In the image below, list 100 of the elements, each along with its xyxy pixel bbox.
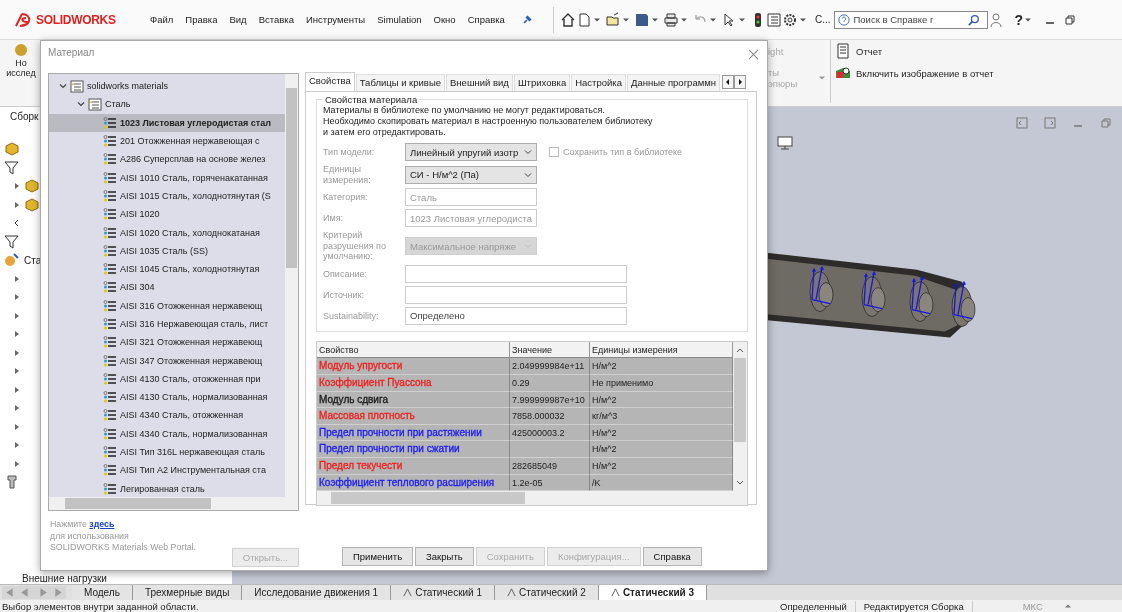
column-header[interactable]: Единицы измерения [590,341,733,359]
material-item[interactable]: A286 Суперсплав на основе желез [49,150,285,169]
expand-icon[interactable] [14,368,20,375]
report-button[interactable]: Отчет [856,45,882,57]
dialog-tab[interactable]: Данные программн [626,74,720,91]
expand-icon[interactable] [14,183,20,190]
horizontal-scrollbar[interactable] [317,491,747,506]
tab-scroll-icon[interactable] [722,75,746,89]
menu-item[interactable]: Вид [229,14,247,25]
vertical-scrollbar[interactable] [285,74,298,497]
material-item[interactable]: AISI 316 Отожженная нержавеющ [49,296,285,315]
material-item[interactable]: AISI Тип 316L нержавеющая сталь [49,442,285,462]
caret-icon[interactable] [593,16,600,23]
dialog-button[interactable]: Справка [642,547,702,566]
material-item[interactable]: AISI 1020 Сталь, холоднокатаная [49,223,285,242]
filter-icon[interactable] [4,233,20,250]
caret-icon[interactable] [680,16,687,23]
expand-icon[interactable] [14,294,20,301]
display-icon[interactable] [777,135,793,151]
caret-icon[interactable] [738,16,745,23]
material-item[interactable]: AISI Тип A2 Инструментальная ста [49,461,285,480]
search-icon[interactable] [968,13,981,26]
scroll-left-icon[interactable] [14,220,20,227]
material-item[interactable]: AISI 1045 Сталь, холоднотянутая [49,259,285,279]
open-icon[interactable] [604,11,621,28]
caret-icon[interactable] [1025,16,1032,23]
new-study-label[interactable]: исслед [6,68,36,78]
camera-icon[interactable] [835,65,851,81]
menu-item[interactable]: Правка [185,14,218,25]
model-tab[interactable]: Статический 1 [391,585,495,600]
portal-link[interactable]: здесь [89,519,115,529]
user-icon[interactable] [988,11,1005,28]
part-icon[interactable] [4,141,20,158]
column-header[interactable]: Значение [510,341,590,359]
material-item[interactable]: AISI 4340 Сталь, нормализованная [49,424,285,443]
menu-item[interactable]: Файл [150,14,174,25]
material-item[interactable]: AISI 1010 Сталь, горяченакатанная [49,168,285,187]
dialog-tab[interactable]: Штриховка [513,74,571,91]
material-item[interactable]: AISI 316 Нержавеющая сталь, лист [49,314,285,334]
scroll-down-icon[interactable] [736,480,744,487]
dialog-tab[interactable]: Настройка [571,74,626,91]
model-tab[interactable]: Статический 3 [598,585,708,600]
material-item[interactable]: AISI 1015 Сталь, холоднотянутая (S [49,186,285,206]
close-icon[interactable] [748,49,759,60]
model-tab[interactable]: Трехмерные виды [132,585,243,600]
more-label[interactable]: С... [814,14,831,25]
help-search-field[interactable]: Поиск в Справке г [834,10,989,29]
expand-icon[interactable] [14,442,20,449]
caret-icon[interactable] [799,16,806,23]
gear-icon[interactable] [781,11,798,28]
report-icon[interactable] [835,43,851,59]
include-image-button[interactable]: Включить изображение в отчет [856,67,994,79]
material-item[interactable]: AISI 4130 Сталь, нормализованная [49,388,285,407]
material-item[interactable]: AISI 1035 Сталь (SS) [49,241,285,260]
input-field[interactable] [405,264,627,283]
menu-item[interactable]: Simulation [377,14,422,25]
material-item[interactable]: AISI 304 [49,278,285,297]
expand-icon[interactable] [14,201,20,208]
input-field[interactable]: Определено [405,306,627,325]
external-loads-item[interactable]: Внешние нагрузки [22,573,107,584]
restore-icon[interactable] [1064,13,1077,26]
material-item[interactable]: AISI 1020 [49,205,285,224]
home-icon[interactable] [559,11,576,28]
search-input[interactable]: Поиск в Справке г [853,14,966,25]
tree-item[interactable]: solidworks materials [49,77,285,96]
column-header[interactable]: Свойство [317,341,510,359]
expand-icon[interactable] [14,460,20,467]
dialog-button[interactable]: Применить [342,547,414,566]
menu-item[interactable]: Вставка [258,14,294,25]
menu-item[interactable]: Окно [433,14,456,25]
material-item[interactable]: AISI 4340 Сталь, отожженная [49,406,285,425]
material-item[interactable]: 201 Отожженная нержавеющая с [49,131,285,151]
material-item[interactable]: AISI 4130 Сталь, отожженная при [49,369,285,389]
pane-right-icon[interactable] [1044,117,1056,129]
caret-icon[interactable] [709,16,716,23]
caret-up-icon[interactable] [1064,603,1071,609]
caret-icon[interactable] [651,16,658,23]
tree-item[interactable]: Сталь [49,95,285,114]
chevron-icon[interactable] [77,100,85,109]
dropdown[interactable]: СИ - Н/м^2 (Па) [405,165,537,184]
dropdown[interactable]: Линейный упругий изотр [405,143,537,162]
print-icon[interactable] [662,11,679,28]
menu-item[interactable]: Инструменты [305,14,366,25]
vertical-scrollbar[interactable] [733,341,747,492]
model-tab[interactable]: Статический 2 [495,585,599,600]
expand-icon[interactable] [14,423,20,430]
new-study-label[interactable]: Но [15,58,27,68]
material-item[interactable]: AISI 347 Отожженная нержавеющ [49,351,285,370]
filter-icon[interactable] [4,159,20,176]
expand-icon[interactable] [14,312,20,319]
material-item[interactable]: AISI 321 Отожженная нержавеющ [49,333,285,352]
help-mark[interactable]: ? [1014,11,1024,28]
caret-icon[interactable] [622,16,629,23]
menu-item[interactable]: Справка [467,14,505,25]
expand-icon[interactable] [14,349,20,356]
expand-icon[interactable] [14,405,20,412]
horizontal-scrollbar[interactable] [49,497,298,510]
chevron-icon[interactable] [59,82,67,91]
expand-icon[interactable] [14,386,20,393]
dialog-button[interactable]: Закрыть [415,547,474,566]
